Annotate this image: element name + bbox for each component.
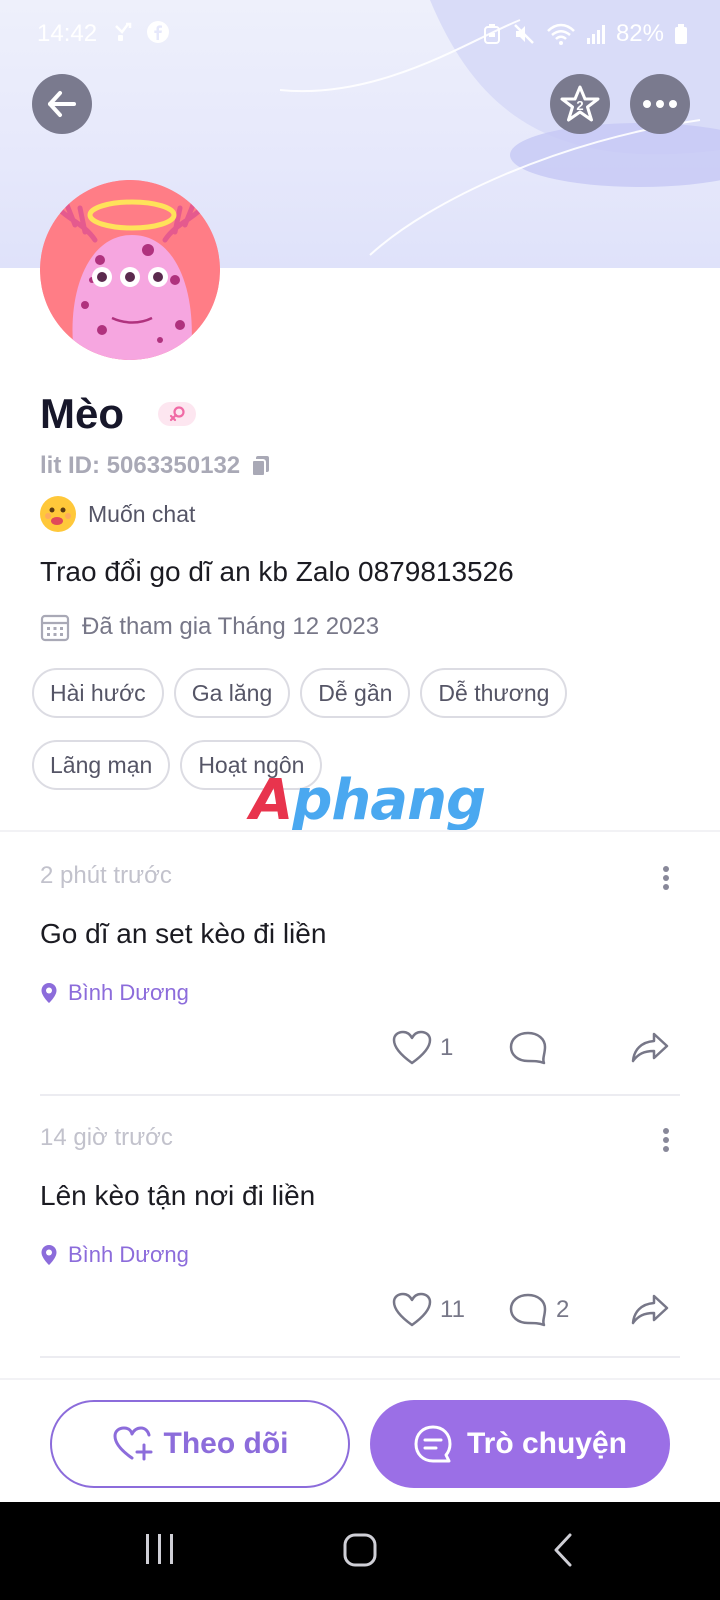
joined-date: Đã tham gia Tháng 12 2023 — [82, 613, 380, 640]
post-time: 14 giờ trước — [40, 1124, 173, 1151]
location-pin-icon — [41, 1245, 57, 1265]
home-button[interactable] — [342, 1532, 378, 1573]
comment-icon — [509, 1293, 547, 1327]
battery-icon — [675, 24, 687, 44]
chat-button[interactable]: Trò chuyện — [370, 1400, 670, 1488]
heart-icon — [392, 1030, 432, 1065]
emoji-face-icon — [40, 496, 76, 532]
female-icon — [169, 406, 185, 422]
section-divider — [0, 830, 720, 832]
star-count: 2 — [576, 98, 583, 113]
share-button[interactable] — [630, 1292, 670, 1328]
comment-count: 2 — [556, 1296, 570, 1323]
heart-icon — [392, 1292, 432, 1327]
like-count: 1 — [440, 1034, 454, 1061]
avatar[interactable] — [40, 180, 220, 360]
copy-icon[interactable] — [250, 454, 272, 478]
calendar-icon — [40, 614, 70, 642]
chevron-left-icon — [554, 1533, 572, 1567]
post-separator — [40, 1094, 680, 1096]
joined-row: Đã tham gia Tháng 12 2023 — [40, 612, 379, 642]
home-icon — [343, 1533, 377, 1567]
profile-name-row: Mèo — [40, 390, 196, 438]
like-button[interactable]: 11 — [392, 1292, 465, 1328]
mute-icon — [514, 24, 534, 44]
location-pin-icon — [41, 983, 57, 1003]
post-location-text: Bình Dương — [68, 980, 189, 1005]
post-actions: 1 — [40, 1030, 680, 1070]
status-bar: 14:42 82% — [0, 0, 720, 66]
arrow-left-icon — [48, 91, 76, 117]
share-button[interactable] — [630, 1030, 670, 1066]
bottom-action-bar: Theo dõi Trò chuyện — [0, 1378, 720, 1502]
post-card: 14 giờ trước Lên kèo tận nơi đi liền Bìn… — [40, 1124, 680, 1360]
facebook-icon — [147, 21, 169, 43]
post-separator — [40, 1356, 680, 1358]
post-time: 2 phút trước — [40, 862, 172, 889]
more-horizontal-icon — [643, 100, 677, 108]
gender-badge — [158, 402, 196, 426]
share-icon — [631, 1032, 669, 1063]
post-location-text: Bình Dương — [68, 1242, 189, 1267]
post-text: Lên kèo tận nơi đi liền — [40, 1180, 316, 1211]
watermark-logo: Aphang — [250, 768, 486, 833]
post-card: 2 phút trước Go dĩ an set kèo đi liền Bì… — [40, 862, 680, 1098]
comment-button[interactable]: 2 — [508, 1292, 569, 1328]
follow-button[interactable]: Theo dõi — [50, 1400, 350, 1488]
chat-status-text: Muốn chat — [88, 500, 196, 527]
star-icon: 2 — [560, 85, 600, 122]
tag-chip: Dễ thương — [420, 668, 568, 718]
signal-icon — [586, 25, 605, 44]
post-location: Bình Dương — [40, 980, 189, 1006]
post-menu-button[interactable] — [662, 1128, 670, 1152]
heart-plus-icon — [113, 1426, 152, 1461]
battery-percent: 82% — [615, 20, 664, 47]
comment-button[interactable] — [508, 1030, 556, 1066]
post-menu-button[interactable] — [662, 866, 670, 890]
tag-chip: Ga lăng — [173, 668, 291, 718]
system-navigation-bar — [0, 1502, 720, 1600]
like-button[interactable]: 1 — [392, 1030, 453, 1066]
tag-chip: Dễ gần — [300, 668, 411, 718]
lit-id: lit ID: 5063350132 — [40, 452, 241, 479]
chat-status-row: Muốn chat — [40, 496, 195, 532]
post-location: Bình Dương — [40, 1242, 189, 1268]
profile-name: Mèo — [40, 390, 124, 437]
lit-id-row: lit ID: 5063350132 — [40, 452, 272, 480]
like-count: 11 — [440, 1296, 465, 1323]
wifi-icon — [547, 23, 575, 45]
follow-label: Theo dõi — [163, 1427, 289, 1460]
profile-bio: Trao đổi go dĩ an kb Zalo 0879813526 — [40, 556, 514, 587]
chat-bubble-icon — [414, 1425, 452, 1463]
more-options-button[interactable] — [630, 74, 690, 134]
missed-call-icon — [115, 22, 132, 41]
tag-chip: Hài hước — [32, 668, 164, 718]
recents-button[interactable] — [144, 1532, 176, 1571]
recents-icon — [146, 1534, 173, 1564]
status-time: 14:42 — [37, 20, 98, 47]
comment-icon — [509, 1031, 547, 1065]
chat-label: Trò chuyện — [466, 1427, 628, 1460]
system-back-button[interactable] — [552, 1532, 576, 1573]
post-text: Go dĩ an set kèo đi liền — [40, 918, 327, 949]
back-button[interactable] — [32, 74, 92, 134]
share-icon — [631, 1294, 669, 1325]
alarm-icon — [483, 24, 500, 44]
tag-chip: Lãng mạn — [32, 740, 171, 790]
post-actions: 11 2 — [40, 1292, 680, 1332]
star-button[interactable]: 2 — [550, 74, 610, 134]
